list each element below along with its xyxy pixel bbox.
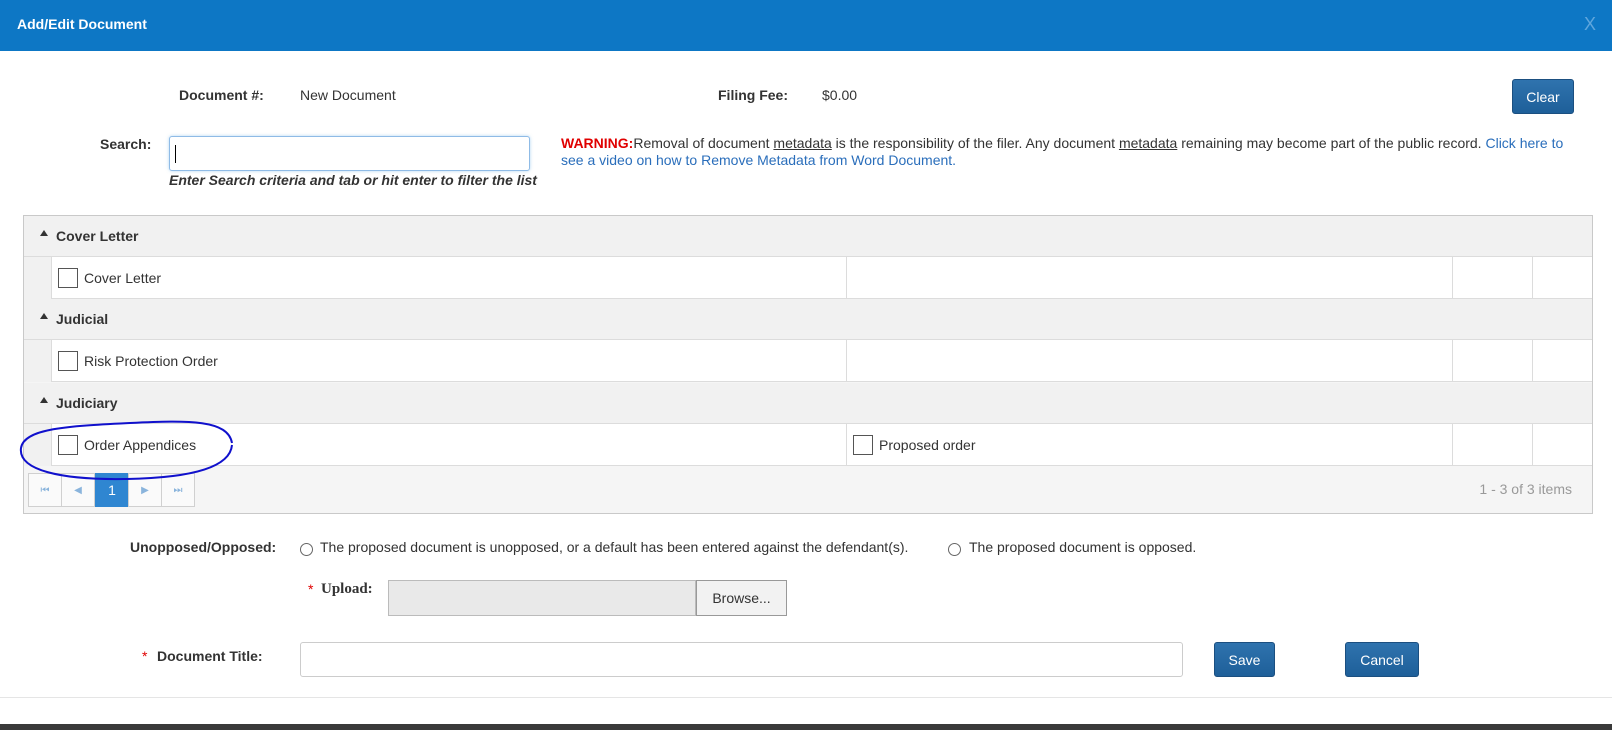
browse-button[interactable]: Browse... <box>696 580 787 616</box>
upload-file-field[interactable] <box>388 580 696 616</box>
collapse-triangle-icon[interactable] <box>40 313 48 319</box>
document-title-input[interactable] <box>300 642 1183 677</box>
item-label: Cover Letter <box>84 270 162 286</box>
opposed-option-label: The proposed document is opposed. <box>969 539 1197 555</box>
document-number-value: New Document <box>300 87 396 103</box>
document-number-label: Document #: <box>179 87 264 103</box>
warning-text-3: remaining may become part of the public … <box>1177 135 1486 151</box>
item-label: Risk Protection Order <box>84 353 218 369</box>
collapse-triangle-icon[interactable] <box>40 230 48 236</box>
grid-cell <box>847 340 1453 382</box>
dialog-title: Add/Edit Document <box>17 16 147 32</box>
warning-prefix: WARNING: <box>561 135 634 151</box>
group-name: Cover Letter <box>56 228 139 244</box>
document-title-label: Document Title: <box>157 648 263 664</box>
upload-label: Upload: <box>321 581 373 597</box>
save-button[interactable]: Save <box>1214 642 1275 677</box>
group-name: Judicial <box>56 311 109 327</box>
metadata-term-1: metadata <box>773 135 832 151</box>
checkbox-risk-protection-order[interactable] <box>58 351 78 371</box>
dialog-titlebar: Add/Edit Document X <box>0 0 1612 51</box>
item-label: Order Appendices <box>84 437 197 453</box>
grid-cell: Risk Protection Order <box>52 340 847 382</box>
group-name: Judiciary <box>56 395 118 411</box>
row-indent <box>24 257 52 299</box>
pager-info: 1 - 3 of 3 items <box>1479 481 1572 497</box>
filing-fee-label: Filing Fee: <box>718 87 788 103</box>
filing-fee-value: $0.00 <box>822 87 858 103</box>
background-page-strip <box>0 724 1612 730</box>
collapse-triangle-icon[interactable] <box>40 397 48 403</box>
clear-button[interactable]: Clear <box>1512 79 1574 114</box>
warning-text-1: Removal of document <box>633 135 774 151</box>
grid-cell <box>1453 424 1533 466</box>
grid-cell <box>1533 424 1592 466</box>
grid-cell: Proposed order <box>847 424 1453 466</box>
document-type-grid: Cover Letter Cover Letter Judicial Risk … <box>23 215 1593 514</box>
search-input[interactable] <box>169 136 530 171</box>
group-header-judicial[interactable]: Judicial <box>24 299 1592 340</box>
grid-pager: ⏮ ◀ 1 ▶ ⏭ 1 - 3 of 3 items <box>24 467 1592 513</box>
close-icon[interactable]: X <box>1584 14 1596 35</box>
grid-cell <box>1533 257 1592 299</box>
first-page-icon[interactable]: ⏮ <box>28 473 62 507</box>
checkbox-proposed-order[interactable] <box>853 435 873 455</box>
grid-cell <box>1453 340 1533 382</box>
page-number-button[interactable]: 1 <box>95 473 129 507</box>
grid-cell <box>1453 257 1533 299</box>
item-label: Proposed order <box>879 437 976 453</box>
row-indent <box>24 340 52 382</box>
opposed-radio[interactable] <box>948 543 961 556</box>
checkbox-cover-letter[interactable] <box>58 268 78 288</box>
last-page-icon[interactable]: ⏭ <box>161 473 195 507</box>
text-cursor <box>175 145 176 163</box>
upload-required-mark: * <box>308 581 314 597</box>
table-row: Cover Letter <box>24 257 1592 299</box>
grid-cell: Order Appendices <box>52 424 847 466</box>
unopposed-option-label: The proposed document is unopposed, or a… <box>320 539 909 555</box>
search-label: Search: <box>100 136 152 152</box>
metadata-warning: WARNING:Removal of document metadata is … <box>561 135 1571 169</box>
footer-divider <box>0 697 1612 698</box>
row-indent <box>24 424 52 466</box>
next-page-icon[interactable]: ▶ <box>128 473 162 507</box>
table-row: Order Appendices Proposed order <box>24 424 1592 466</box>
unopposed-radio[interactable] <box>300 543 313 556</box>
metadata-term-2: metadata <box>1118 135 1178 151</box>
warning-text-2: is the responsibility of the filer. Any … <box>831 135 1119 151</box>
grid-cell: Cover Letter <box>52 257 847 299</box>
table-row: Risk Protection Order <box>24 340 1592 382</box>
grid-cell <box>847 257 1453 299</box>
group-header-cover-letter[interactable]: Cover Letter <box>24 216 1592 257</box>
title-required-mark: * <box>142 648 148 664</box>
opposition-label: Unopposed/Opposed: <box>130 539 277 555</box>
cancel-button[interactable]: Cancel <box>1345 642 1419 677</box>
grid-cell <box>1533 340 1592 382</box>
checkbox-order-appendices[interactable] <box>58 435 78 455</box>
search-hint: Enter Search criteria and tab or hit ent… <box>169 172 537 188</box>
group-header-judiciary[interactable]: Judiciary <box>24 383 1592 424</box>
previous-page-icon[interactable]: ◀ <box>61 473 95 507</box>
